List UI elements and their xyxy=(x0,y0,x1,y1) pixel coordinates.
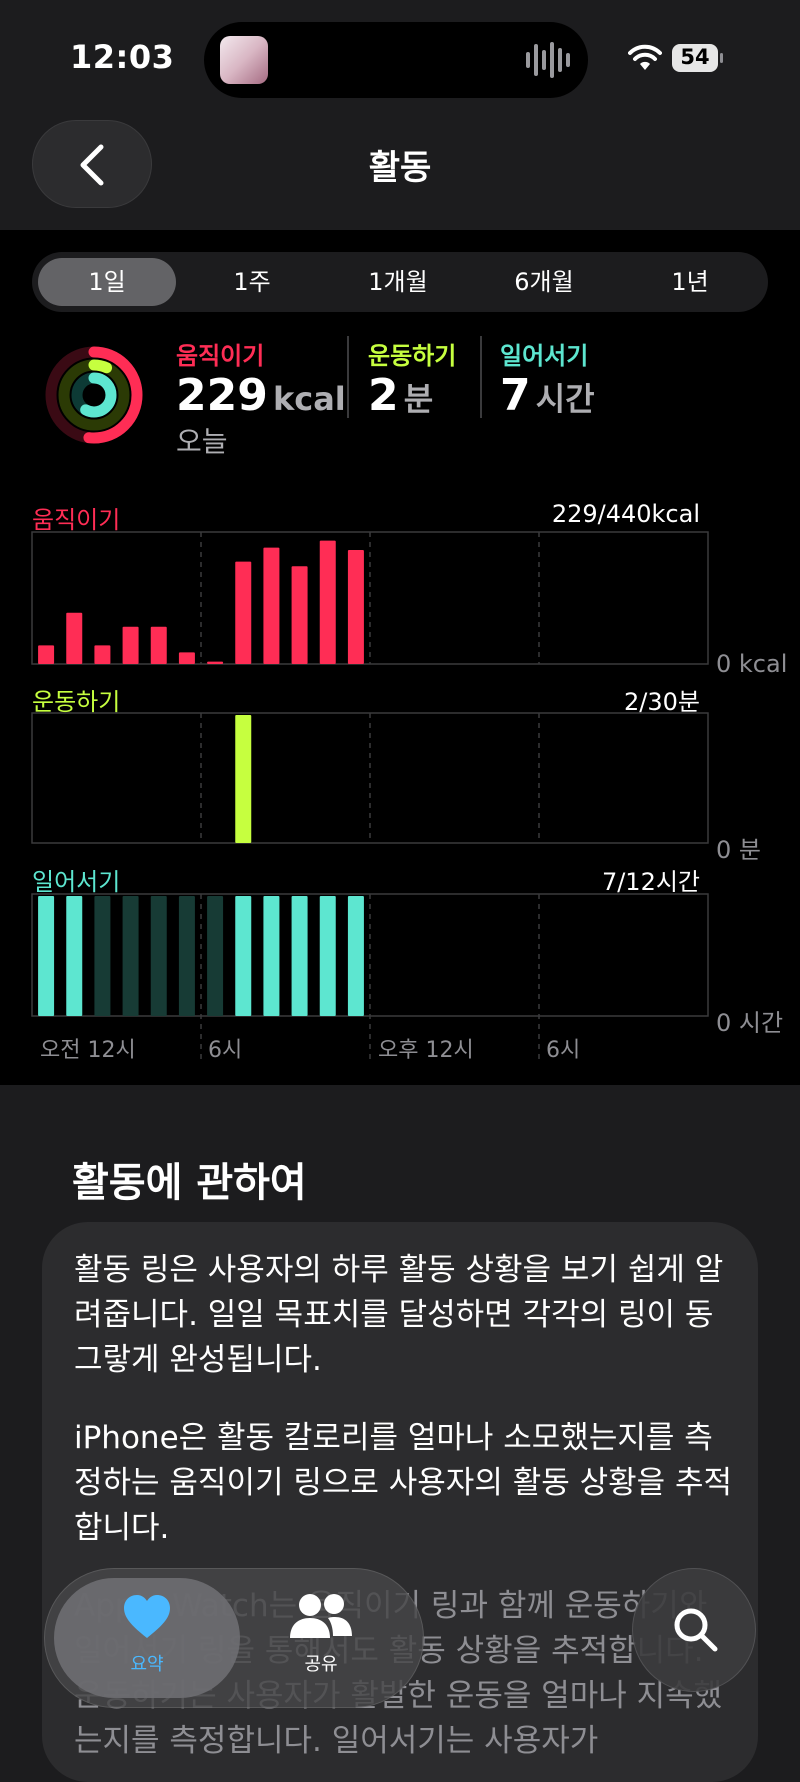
stand-bar xyxy=(207,896,224,1016)
segment-1-day[interactable]: 1일 xyxy=(38,258,176,306)
stand-unit: 시간 xyxy=(535,380,595,418)
metric-divider xyxy=(347,336,349,418)
tab-summary-label: 요약 xyxy=(130,1654,164,1675)
metric-divider xyxy=(480,336,482,418)
stand-bar xyxy=(178,896,195,1016)
move-bar xyxy=(150,626,167,664)
exercise-label: 운동하기 xyxy=(368,342,457,370)
wifi-icon xyxy=(628,44,662,70)
page-title: 활동 xyxy=(368,148,432,188)
stand-bar xyxy=(319,896,336,1016)
now-playing-artwork xyxy=(220,36,268,84)
move-bar xyxy=(319,540,336,664)
activity-rings-icon[interactable] xyxy=(44,345,144,445)
battery-indicator: 54 xyxy=(672,44,724,74)
people-icon[interactable] xyxy=(288,1592,354,1642)
tab-sharing-label: 공유 xyxy=(304,1654,338,1675)
about-paragraph: iPhone은 활동 칼로리를 얼마나 소모했는지를 측정하는 움직이기 링으로… xyxy=(74,1420,733,1546)
stand-bar xyxy=(38,896,55,1016)
stand-value: 7 xyxy=(500,370,531,421)
move-bar xyxy=(291,566,308,664)
heart-icon xyxy=(124,1595,170,1638)
stand-bar xyxy=(150,896,167,1016)
about-paragraph: 활동 링은 사용자의 하루 활동 상황을 보기 쉽게 알려줍니다. 일일 목표치… xyxy=(74,1252,724,1378)
exercise-summary: 2 분 xyxy=(368,370,433,421)
move-bar xyxy=(347,549,364,664)
move-bar xyxy=(94,645,111,664)
segment-6-months[interactable]: 6개월 xyxy=(474,258,614,306)
stand-bar xyxy=(347,896,364,1016)
segment-1-year[interactable]: 1년 xyxy=(620,258,760,306)
exercise-value: 2 xyxy=(368,370,399,421)
stand-bar xyxy=(122,896,139,1016)
exercise-bar xyxy=(235,715,252,843)
battery-level: 54 xyxy=(680,45,710,69)
move-bar xyxy=(263,547,280,664)
stand-label: 일어서기 xyxy=(500,342,589,370)
status-time: 12:03 xyxy=(70,38,175,76)
move-subtitle: 오늘 xyxy=(176,425,228,458)
move-bar xyxy=(66,612,83,664)
move-value: 229 xyxy=(176,370,268,421)
exercise-unit: 분 xyxy=(403,380,434,418)
stand-bar xyxy=(94,896,111,1016)
move-label: 움직이기 xyxy=(176,342,265,370)
segment-1-month[interactable]: 1개월 xyxy=(328,258,468,306)
search-icon xyxy=(674,1608,718,1652)
search-button[interactable] xyxy=(632,1568,756,1692)
time-range-segmented-control[interactable]: 1일 1주 1개월 6개월 1년 xyxy=(32,252,768,312)
segment-1-week[interactable]: 1주 xyxy=(182,258,322,306)
stand-summary: 7 시간 xyxy=(500,370,595,421)
about-section-title: 활동에 관하여 xyxy=(72,1160,307,1206)
stand-bar xyxy=(66,896,83,1016)
move-bar xyxy=(207,661,224,664)
move-bar xyxy=(235,561,252,664)
stand-bar xyxy=(263,896,280,1016)
move-bar xyxy=(38,645,55,664)
activity-charts xyxy=(31,531,709,1060)
stand-bar xyxy=(291,896,308,1016)
stand-bar xyxy=(235,896,252,1016)
move-bar xyxy=(178,652,195,664)
audio-waveform-icon xyxy=(526,42,570,78)
move-bar xyxy=(122,626,139,664)
move-unit: kcal xyxy=(272,380,346,418)
move-summary: 229 kcal xyxy=(176,370,346,421)
